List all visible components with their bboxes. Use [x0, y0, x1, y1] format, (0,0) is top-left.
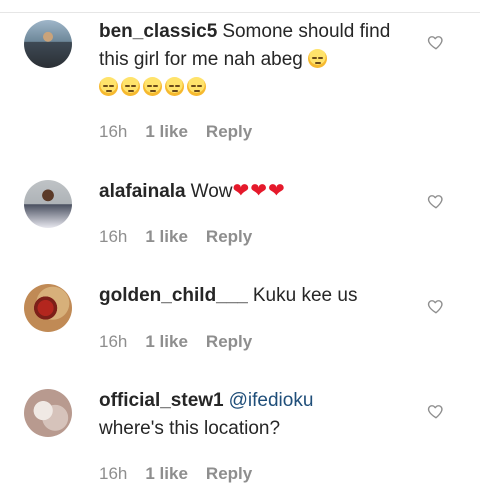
reply-button[interactable]: Reply	[206, 122, 252, 142]
pensive-face-emoji	[165, 77, 184, 96]
pensive-face-emoji	[99, 77, 118, 96]
pensive-face-emoji	[143, 77, 162, 96]
avatar[interactable]	[24, 389, 72, 437]
comment-username[interactable]: alafainala	[99, 181, 186, 202]
mention-link[interactable]: @ifedioku	[229, 390, 314, 411]
comment-time: 16h	[99, 227, 128, 246]
comment-text: Wow	[190, 181, 233, 202]
comment-username[interactable]: golden_child___	[99, 285, 248, 306]
comment-time: 16h	[99, 332, 128, 351]
comment-username[interactable]: ben_classic5	[99, 21, 217, 42]
heart-emojis: ❤❤❤	[232, 180, 286, 202]
like-button[interactable]	[427, 192, 445, 210]
comment-body: alafainala Wow❤❤❤	[99, 177, 404, 206]
avatar[interactable]	[24, 284, 72, 332]
comment-likes[interactable]: 1 like	[145, 464, 188, 484]
pensive-face-emoji	[187, 77, 206, 96]
comment-time: 16h	[99, 464, 128, 483]
reply-button[interactable]: Reply	[206, 332, 252, 352]
like-button[interactable]	[427, 402, 445, 420]
comment-meta: 16h 1 like Reply	[99, 227, 270, 247]
comment-time: 16h	[99, 122, 128, 141]
avatar[interactable]	[24, 180, 72, 228]
reply-button[interactable]: Reply	[206, 227, 252, 247]
comment-text: Kuku kee us	[252, 285, 358, 306]
comment-text: where's this location?	[99, 418, 281, 439]
top-divider	[0, 0, 480, 13]
heart-outline-icon	[427, 405, 443, 419]
comment-body: official_stew1 @ifedioku where's this loc…	[99, 387, 404, 443]
comment-meta: 16h 1 like Reply	[99, 122, 270, 142]
comment-likes[interactable]: 1 like	[145, 332, 188, 352]
comment-meta: 16h 1 like Reply	[99, 464, 270, 484]
pensive-face-emoji	[308, 49, 328, 68]
comment-body: golden_child___ Kuku kee us	[99, 282, 404, 310]
comment-likes[interactable]: 1 like	[145, 122, 188, 142]
like-button[interactable]	[427, 33, 445, 51]
avatar[interactable]	[24, 20, 72, 68]
comment-meta: 16h 1 like Reply	[99, 332, 270, 352]
pensive-face-emoji	[121, 77, 140, 96]
reply-button[interactable]: Reply	[206, 464, 252, 484]
heart-outline-icon	[427, 195, 443, 209]
like-button[interactable]	[427, 297, 445, 315]
comment-body: ben_classic5 Somone should find this girl…	[99, 18, 404, 102]
heart-outline-icon	[427, 36, 443, 50]
comment-likes[interactable]: 1 like	[145, 227, 188, 247]
comment-username[interactable]: official_stew1	[99, 390, 224, 411]
heart-outline-icon	[427, 300, 443, 314]
